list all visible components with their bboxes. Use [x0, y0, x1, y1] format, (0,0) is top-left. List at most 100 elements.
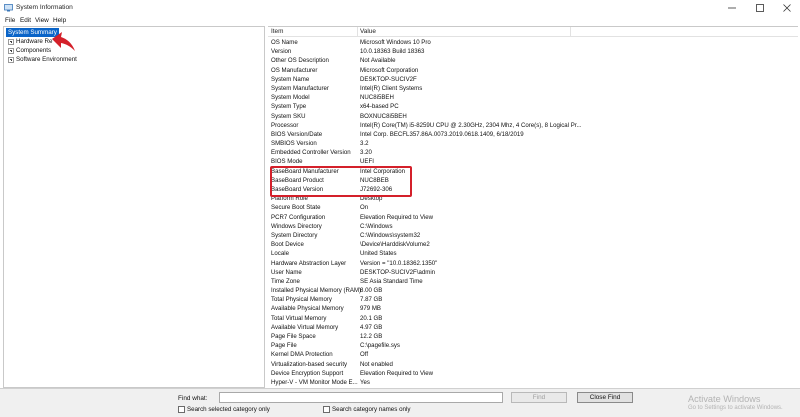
- table-row[interactable]: Hardware Abstraction Layer Version = "10.…: [268, 259, 798, 268]
- table-row[interactable]: Hyper-V - VM Monitor Mode E... Yes: [268, 378, 798, 387]
- find-bar: Find what: Find Close Find Search select…: [0, 388, 800, 417]
- watermark-subtitle: Go to Settings to activate Windows.: [688, 405, 783, 411]
- table-row[interactable]: BIOS Version/Date Intel Corp. BECFL357.86…: [268, 130, 798, 139]
- column-header-item[interactable]: Item: [271, 28, 283, 35]
- cell-item: SMBIOS Version: [271, 140, 317, 148]
- table-row[interactable]: Locale United States: [268, 249, 798, 258]
- column-divider[interactable]: [357, 27, 358, 36]
- cell-item: System Type: [271, 103, 307, 111]
- table-row[interactable]: SMBIOS Version 3.2: [268, 139, 798, 148]
- cell-item: Processor: [271, 121, 299, 129]
- watermark-title: Activate Windows: [688, 394, 761, 404]
- cell-value: Intel(R) Core(TM) i5-8259U CPU @ 2.30GHz…: [360, 121, 582, 129]
- tree-item-hardware-resources[interactable]: Hardware Re: [8, 37, 52, 46]
- cell-item: Device Encryption Support: [271, 369, 344, 377]
- table-row[interactable]: OS Manufacturer Microsoft Corporation: [268, 66, 798, 75]
- cell-item: Windows Directory: [271, 222, 322, 230]
- table-row[interactable]: Kernel DMA Protection Off: [268, 350, 798, 359]
- table-row[interactable]: Available Virtual Memory 4.97 GB: [268, 323, 798, 332]
- cell-item: Hyper-V - VM Monitor Mode E...: [271, 378, 358, 386]
- cell-value: 3.20: [360, 149, 372, 157]
- cell-item: System Model: [271, 94, 310, 102]
- table-row[interactable]: System Model NUC8i5BEH: [268, 93, 798, 102]
- table-row[interactable]: System Type x64-based PC: [268, 102, 798, 111]
- table-row[interactable]: Page File C:\pagefile.sys: [268, 341, 798, 350]
- cell-value: BOXNUC8i5BEH: [360, 112, 407, 120]
- column-header-row: Item Value: [268, 27, 798, 37]
- expand-icon[interactable]: [8, 47, 14, 54]
- table-row[interactable]: Version 10.0.18363 Build 18363: [268, 47, 798, 56]
- tree-item-software-environment[interactable]: Software Environment: [8, 55, 77, 64]
- table-row[interactable]: Total Virtual Memory 20.1 GB: [268, 314, 798, 323]
- cell-item: System Directory: [271, 231, 318, 239]
- table-row[interactable]: Other OS Description Not Available: [268, 56, 798, 65]
- close-find-button[interactable]: Close Find: [577, 392, 633, 403]
- tree-item-components[interactable]: Components: [8, 46, 51, 55]
- cell-value: 8.00 GB: [360, 287, 383, 295]
- cell-value: \Device\HarddiskVolume2: [360, 241, 430, 249]
- cell-item: User Name: [271, 268, 302, 276]
- window-title: System Information: [16, 4, 73, 11]
- tree-item-label: Hardware Re: [16, 38, 53, 45]
- cell-value: 4.97 GB: [360, 323, 383, 331]
- cell-item: Total Virtual Memory: [271, 314, 327, 322]
- cell-value: 979 MB: [360, 305, 382, 313]
- cell-item: Other OS Description: [271, 57, 329, 65]
- cell-value: Not Available: [360, 57, 396, 65]
- menu-edit[interactable]: Edit: [20, 17, 31, 24]
- cell-value: DESKTOP-SUCIV2F\admin: [360, 268, 436, 276]
- cell-value: Elevation Required to View: [360, 213, 434, 221]
- checkbox-label: Search category names only: [332, 406, 411, 413]
- cell-value: Yes: [360, 378, 370, 386]
- activate-windows-watermark: Activate Windows Go to Settings to activ…: [688, 394, 783, 411]
- cell-value: DESKTOP-SUCIV2F: [360, 75, 417, 83]
- search-selected-category-checkbox[interactable]: Search selected category only: [178, 406, 270, 413]
- table-row[interactable]: Total Physical Memory 7.87 GB: [268, 295, 798, 304]
- summary-list[interactable]: Item Value OS Name Microsoft Windows 10 P…: [268, 26, 798, 388]
- table-row[interactable]: System SKU BOXNUC8i5BEH: [268, 112, 798, 121]
- table-row[interactable]: System Directory C:\Windows\system32: [268, 231, 798, 240]
- column-header-value[interactable]: Value: [360, 28, 376, 35]
- category-tree[interactable]: System Summary Hardware Re Components So…: [3, 26, 265, 388]
- table-row[interactable]: Available Physical Memory 979 MB: [268, 304, 798, 313]
- table-row[interactable]: User Name DESKTOP-SUCIV2F\admin: [268, 268, 798, 277]
- expand-icon[interactable]: [8, 56, 14, 63]
- cell-item: Page File Space: [271, 333, 316, 340]
- menu-help[interactable]: Help: [53, 17, 66, 24]
- search-category-names-checkbox[interactable]: Search category names only: [323, 406, 410, 413]
- table-row[interactable]: System Name DESKTOP-SUCIV2F: [268, 75, 798, 84]
- menu-file[interactable]: File: [5, 17, 15, 24]
- find-button[interactable]: Find: [511, 392, 567, 403]
- close-button[interactable]: [773, 0, 800, 16]
- checkbox-box[interactable]: [323, 406, 330, 413]
- table-row[interactable]: Windows Directory C:\Windows: [268, 222, 798, 231]
- minimize-button[interactable]: [718, 0, 746, 16]
- table-row[interactable]: Virtualization-based security Not enabled: [268, 360, 798, 369]
- system-information-icon: [4, 4, 13, 12]
- cell-value: 3.2: [360, 140, 369, 148]
- menu-view[interactable]: View: [35, 17, 49, 24]
- checkbox-box[interactable]: [178, 406, 185, 413]
- table-row[interactable]: Processor Intel(R) Core(TM) i5-8259U CPU …: [268, 121, 798, 130]
- expand-icon[interactable]: [8, 38, 14, 45]
- cell-item: Secure Boot State: [271, 204, 321, 212]
- table-row[interactable]: Secure Boot State On: [268, 203, 798, 212]
- table-row[interactable]: Time Zone SE Asia Standard Time: [268, 277, 798, 286]
- maximize-button[interactable]: [746, 0, 774, 16]
- cell-item: System Name: [271, 75, 310, 83]
- cell-value: Not enabled: [360, 360, 393, 368]
- table-row[interactable]: Embedded Controller Version 3.20: [268, 148, 798, 157]
- table-row[interactable]: PCR7 Configuration Elevation Required to …: [268, 213, 798, 222]
- table-row[interactable]: OS Name Microsoft Windows 10 Pro: [268, 38, 798, 47]
- table-row[interactable]: Boot Device \Device\HarddiskVolume2: [268, 240, 798, 249]
- table-row[interactable]: Device Encryption Support Elevation Requi…: [268, 369, 798, 378]
- table-row[interactable]: Page File Space 12.2 GB: [268, 332, 798, 341]
- cell-value: C:\pagefile.sys: [360, 342, 400, 350]
- table-row[interactable]: Installed Physical Memory (RAM) 8.00 GB: [268, 286, 798, 295]
- title-bar: System Information: [0, 0, 800, 16]
- cell-value: Microsoft Windows 10 Pro: [360, 39, 431, 46]
- cell-item: Installed Physical Memory (RAM): [271, 287, 362, 295]
- baseboard-highlight-box: [270, 166, 412, 197]
- find-input[interactable]: [219, 392, 503, 403]
- table-row[interactable]: System Manufacturer Intel(R) Client Syste…: [268, 84, 798, 93]
